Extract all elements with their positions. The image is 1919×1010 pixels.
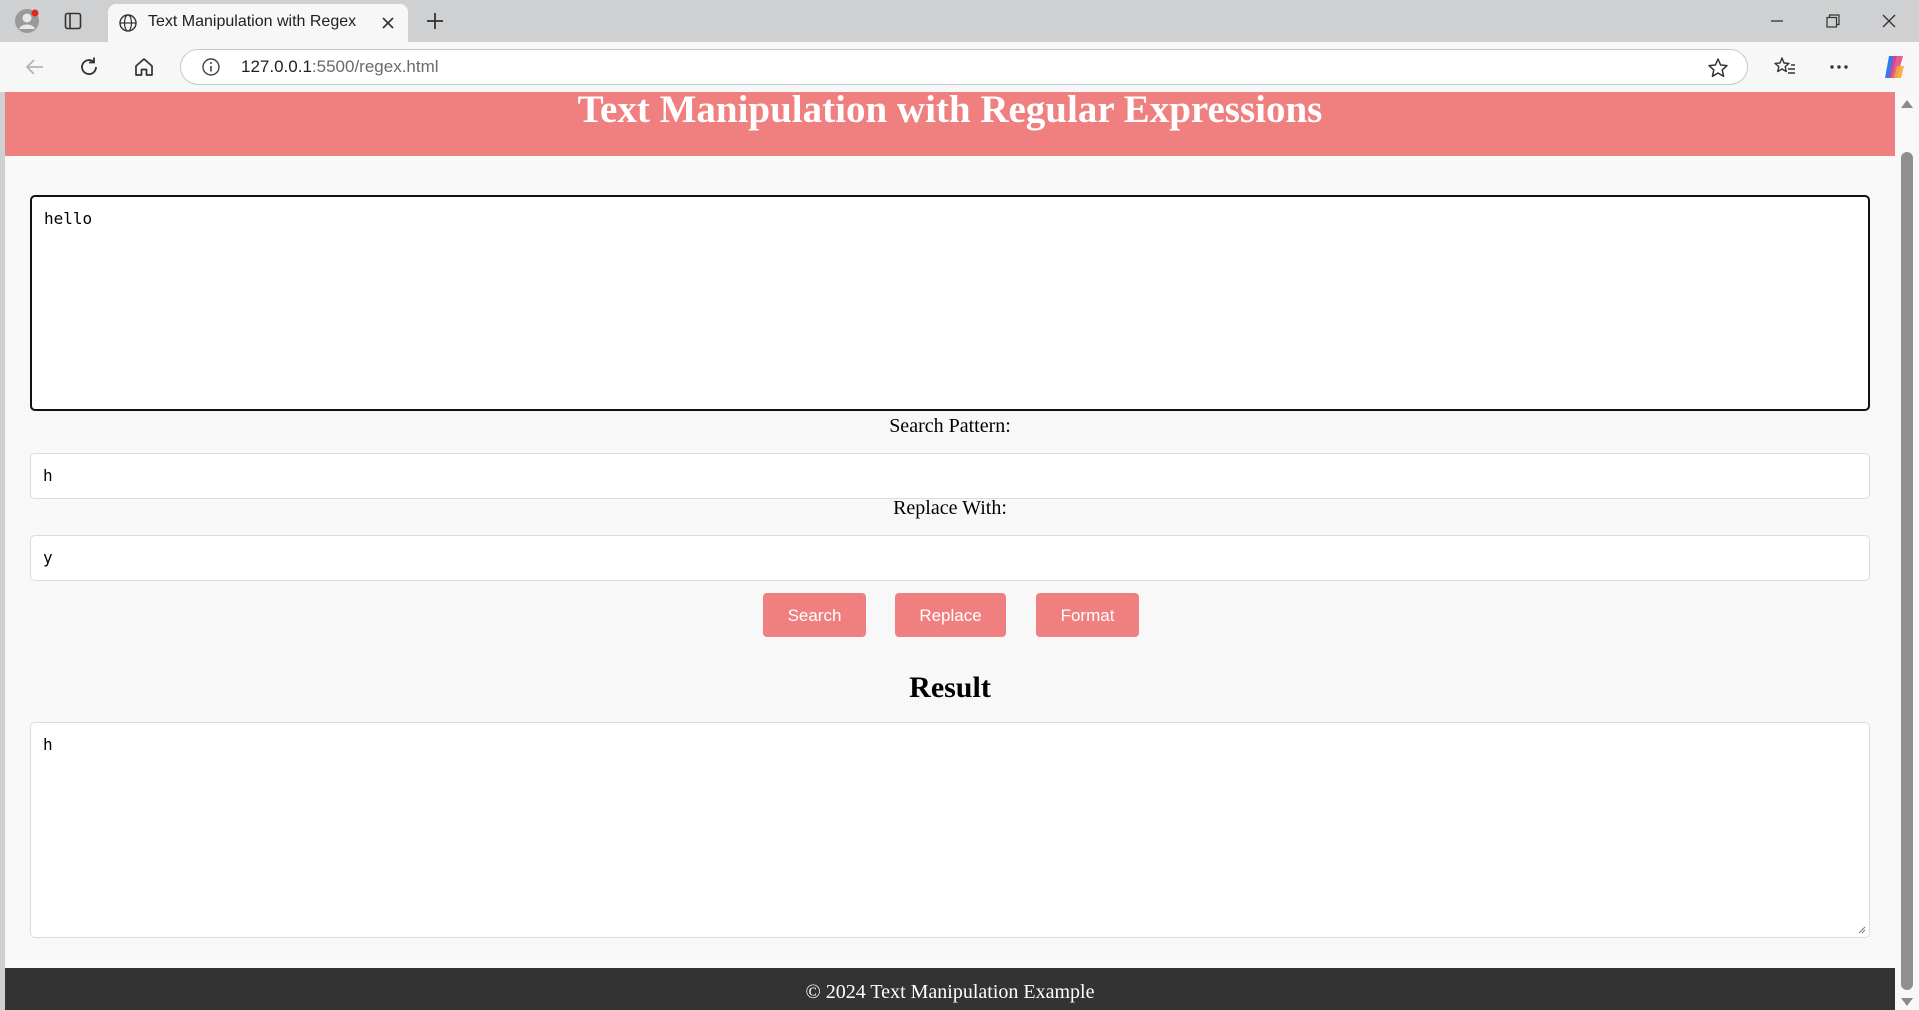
favorites-list-icon	[1774, 57, 1795, 74]
profile-icon	[15, 9, 39, 33]
globe-icon	[119, 14, 137, 32]
tab-title: Text Manipulation with Regex	[148, 13, 357, 30]
scroll-thumb[interactable]	[1901, 152, 1913, 990]
close-icon	[1882, 14, 1896, 28]
restore-icon	[1826, 14, 1840, 28]
minimize-icon	[1771, 20, 1783, 22]
close-tab-icon[interactable]	[378, 13, 398, 33]
page-viewport: Text Manipulation with Regular Expressio…	[5, 92, 1895, 1010]
address-bar[interactable]: 127.0.0.1:5500/regex.html	[180, 49, 1748, 85]
reload-icon	[81, 57, 97, 75]
search-button[interactable]: Search	[763, 593, 866, 637]
search-pattern-label: Search Pattern:	[889, 415, 1011, 437]
result-textarea[interactable]: h	[30, 722, 1870, 938]
page-header: Text Manipulation with Regular Expressio…	[5, 92, 1895, 156]
minimize-button[interactable]	[1762, 8, 1792, 34]
input-textarea[interactable]: hello	[30, 195, 1870, 411]
tab-actions-button[interactable]	[60, 8, 86, 34]
profile-avatar[interactable]	[12, 6, 42, 36]
copilot-icon	[1885, 56, 1904, 78]
footer-text: © 2024 Text Manipulation Example	[805, 981, 1095, 1003]
back-button[interactable]	[20, 52, 50, 82]
favorites-button[interactable]	[1770, 52, 1800, 82]
more-menu-button[interactable]	[1824, 52, 1854, 82]
replace-with-input[interactable]: y	[30, 535, 1870, 581]
result-text: h	[43, 735, 53, 754]
tab-actions-icon	[64, 12, 82, 30]
url-path: :5500/regex.html	[311, 57, 439, 76]
page-footer: © 2024 Text Manipulation Example	[5, 968, 1895, 1010]
favorite-star-icon[interactable]	[1707, 57, 1729, 79]
url-text: 127.0.0.1:5500/regex.html	[241, 50, 439, 84]
active-tab[interactable]: Text Manipulation with Regex	[108, 4, 408, 42]
browser-tab-bar: Text Manipulation with Regex	[0, 0, 1919, 42]
replace-button[interactable]: Replace	[895, 593, 1006, 637]
resize-grip-icon[interactable]	[1858, 926, 1866, 934]
new-tab-button[interactable]	[420, 8, 450, 34]
format-button[interactable]: Format	[1036, 593, 1139, 637]
plus-icon	[427, 13, 443, 29]
page-scrollbar[interactable]	[1895, 92, 1919, 1010]
info-icon[interactable]	[201, 57, 221, 77]
close-window-button[interactable]	[1874, 8, 1904, 34]
reload-button[interactable]	[74, 52, 104, 82]
scroll-up-arrow-icon[interactable]	[1901, 100, 1913, 108]
copilot-button[interactable]	[1878, 51, 1910, 83]
scroll-down-arrow-icon[interactable]	[1901, 998, 1913, 1006]
url-host: 127.0.0.1	[241, 57, 312, 76]
home-button[interactable]	[129, 52, 159, 82]
more-horizontal-icon	[1830, 65, 1848, 69]
replace-with-label: Replace With:	[893, 497, 1007, 519]
page-title: Text Manipulation with Regular Expressio…	[577, 92, 1323, 131]
restore-button[interactable]	[1818, 8, 1848, 34]
browser-toolbar: 127.0.0.1:5500/regex.html	[0, 42, 1919, 92]
home-icon	[135, 58, 153, 76]
result-heading: Result	[909, 671, 991, 704]
search-pattern-input[interactable]: h	[30, 453, 1870, 499]
arrow-left-icon	[25, 59, 43, 75]
